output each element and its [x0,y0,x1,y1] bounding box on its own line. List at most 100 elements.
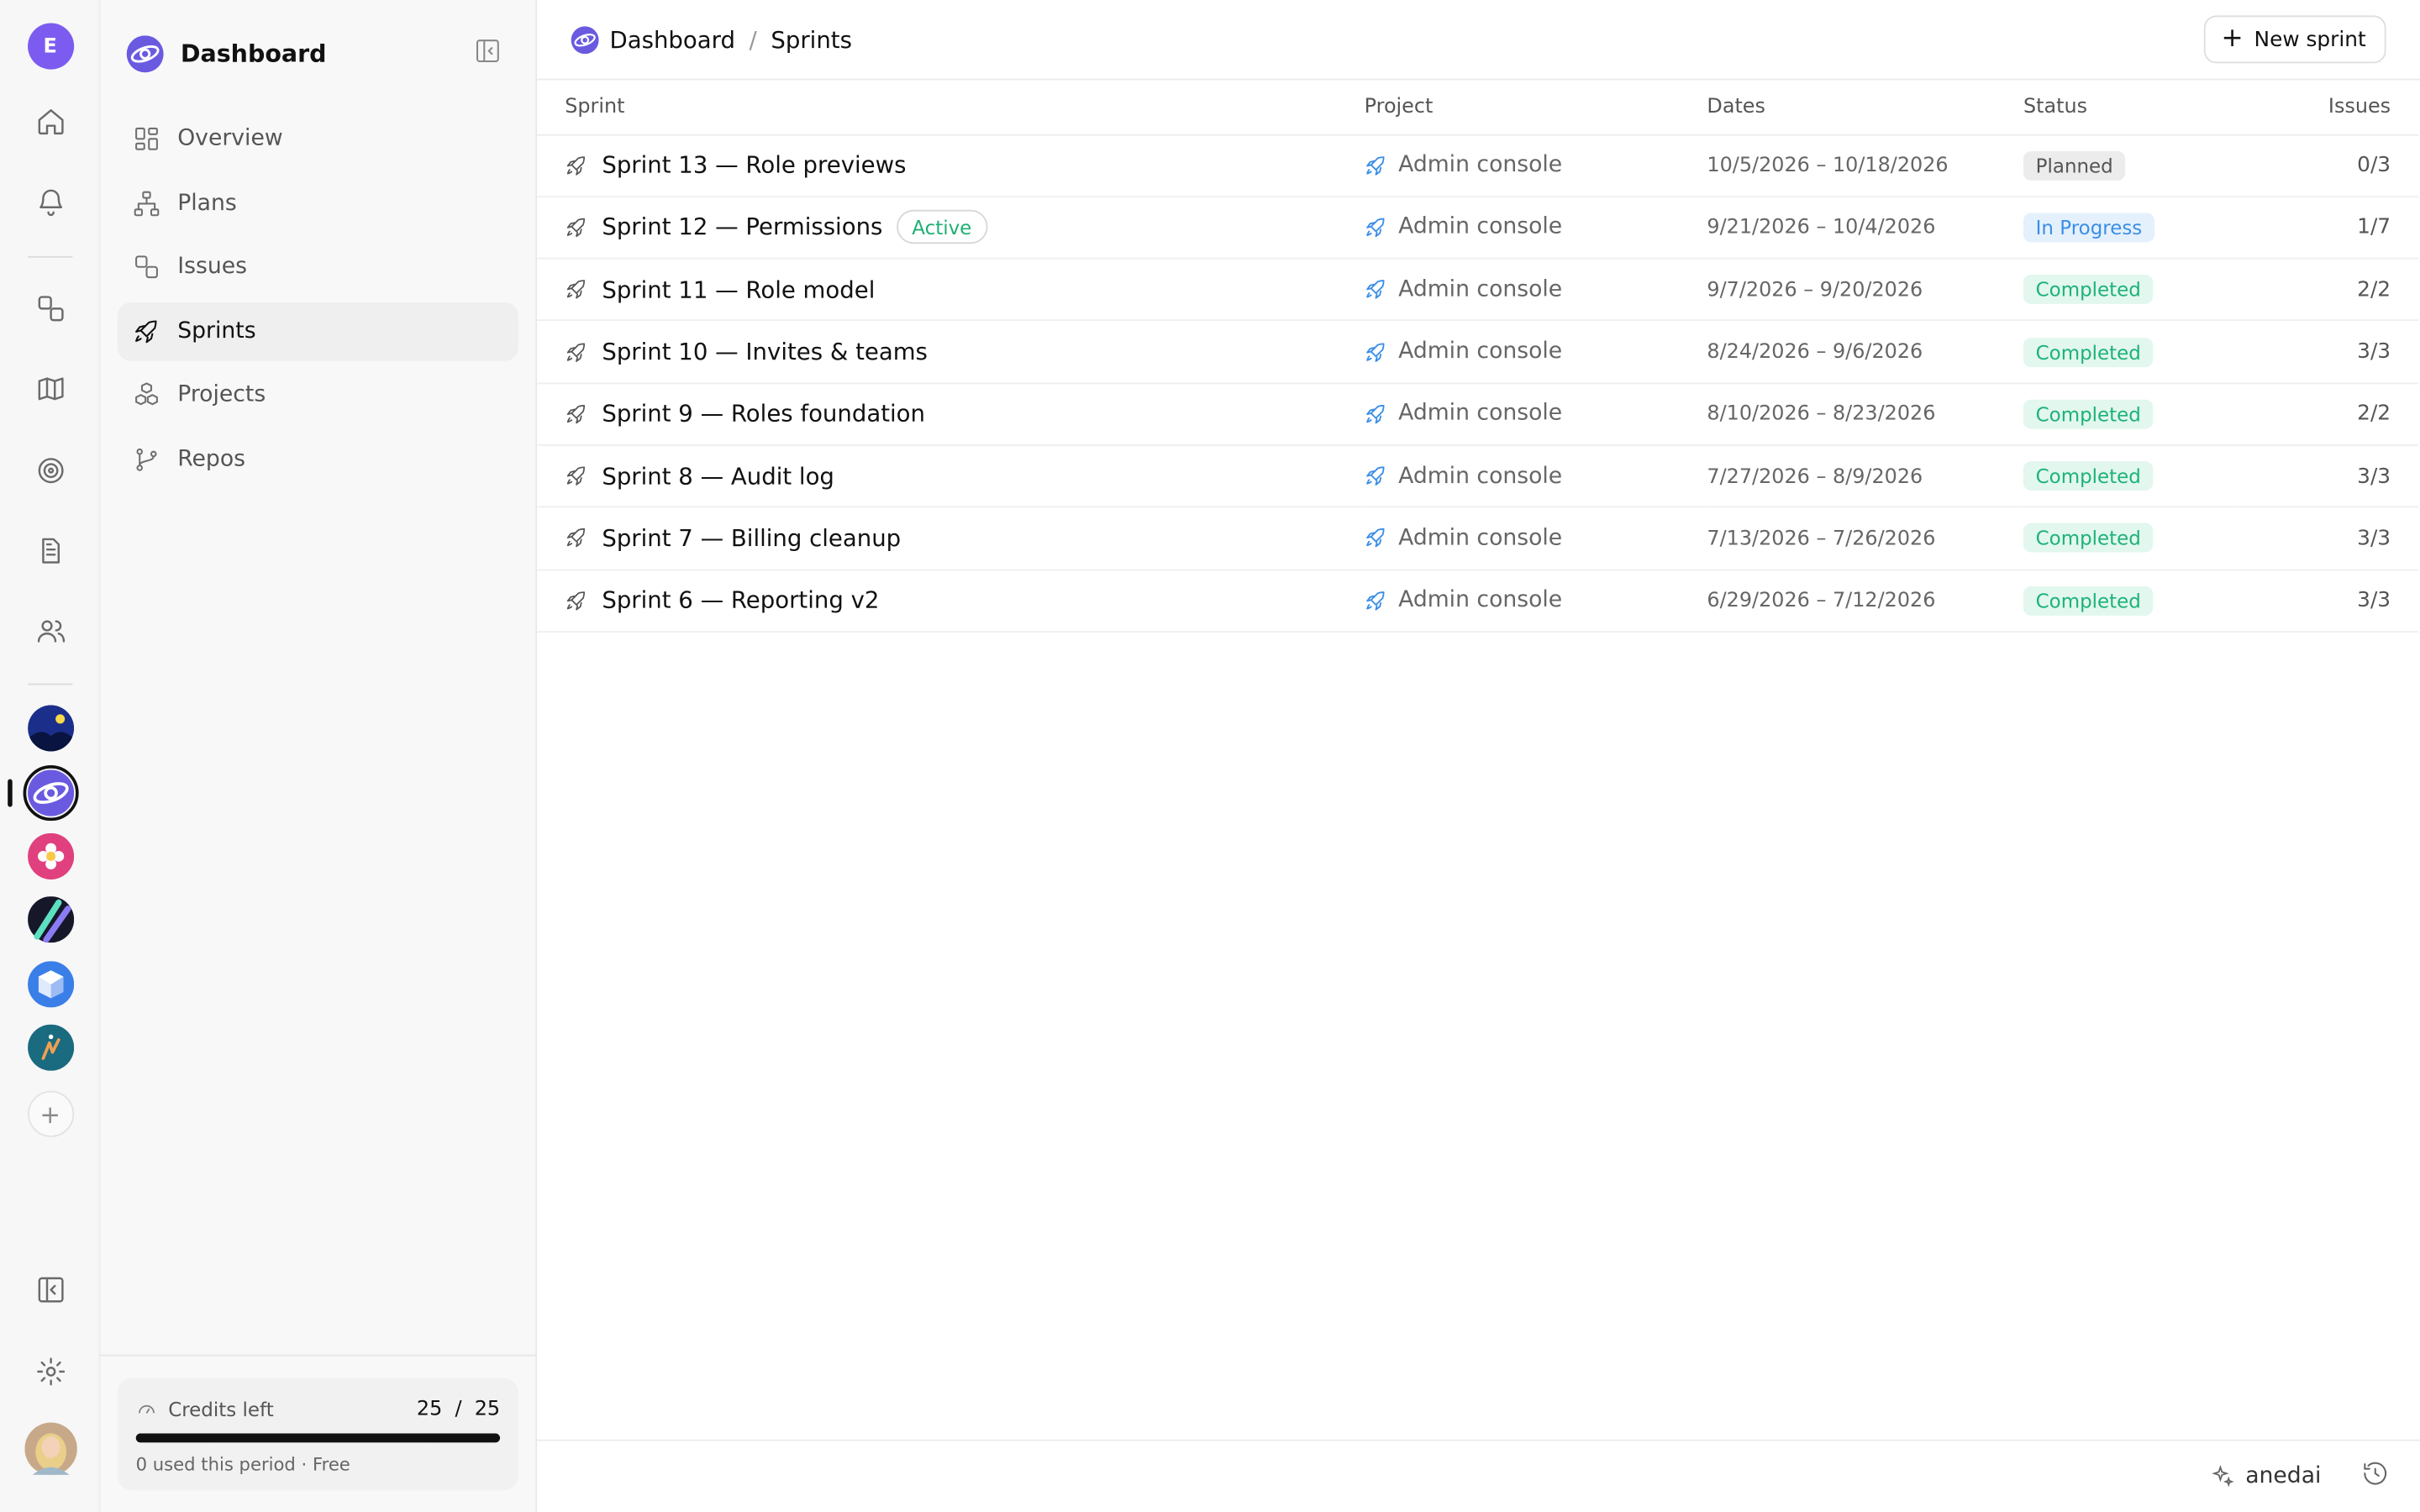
sprint-name: Sprint 10 — Invites & teams [602,338,928,366]
table-row[interactable]: Sprint 13 — Role previews Admin console … [537,134,2419,197]
sprint-cell[interactable]: Sprint 11 — Role model [537,258,1365,322]
issues-count: 2/2 [2357,277,2391,302]
sprint-name: Sprint 7 — Billing cleanup [602,524,902,553]
sidebar-item-plans[interactable]: Plans [118,174,519,233]
rocket-icon [566,404,586,424]
issues-count: 0/3 [2357,153,2391,178]
project-name: Admin console [1398,153,1563,178]
column-header-status[interactable]: Status [2023,80,2240,135]
workspace-dashboard[interactable] [0,765,100,822]
rail-target-button[interactable] [0,455,100,486]
issues-count: 3/3 [2357,339,2391,365]
project-cell[interactable]: Admin console [1364,196,1707,260]
breadcrumb-separator: / [749,25,757,54]
sprint-cell[interactable]: Sprint 8 — Audit log [537,444,1365,508]
sprint-dates: 8/10/2026 – 8/23/2026 [1707,402,1936,427]
sprint-cell[interactable]: Sprint 9 — Roles foundation [537,382,1365,446]
credits-card[interactable]: Credits left 25 / 25 0 used this period … [117,1378,519,1491]
rail-map-button[interactable] [0,373,100,404]
new-sprint-button[interactable]: + New sprint [2204,15,2386,64]
sidebar-toggle-icon [37,1277,63,1303]
breadcrumb-dashboard[interactable]: Dashboard [610,25,735,53]
rail-issues-button[interactable] [0,293,100,324]
sprint-cell[interactable]: Sprint 13 — Role previews [537,134,1365,197]
rail-docs-button[interactable] [0,535,100,566]
sidebar-item-sprints[interactable]: Sprints [117,302,519,361]
workspace-stripes[interactable] [0,896,100,943]
sprint-name: Sprint 13 — Role previews [602,151,907,180]
profile-photo-icon [24,1422,76,1475]
user-avatar[interactable]: E [0,23,100,70]
workspace-night-sky[interactable] [0,705,100,752]
table-row[interactable]: Sprint 10 — Invites & teams Admin consol… [537,320,2419,384]
workspace-rail: E + [0,0,101,1512]
sidebar-footer-divider [100,1354,536,1357]
project-cell[interactable]: Admin console [1364,444,1707,508]
status-cell: Completed [2023,569,2240,633]
sprint-name: Sprint 12 — Permissions [602,213,883,242]
planet-logo-icon [126,35,164,73]
project-cell[interactable]: Admin console [1364,134,1707,197]
sidebar-toggle-icon [476,39,499,63]
sprint-cell[interactable]: Sprint 6 — Reporting v2 [537,569,1365,633]
sidebar-item-repos[interactable]: Repos [118,430,519,489]
project-cell[interactable]: Admin console [1364,507,1707,570]
table-row[interactable]: Sprint 7 — Billing cleanup Admin console… [537,507,2419,570]
dates-cell: 9/7/2026 – 9/20/2026 [1707,258,2023,322]
workspace-flower[interactable] [0,832,100,879]
status-badge: Completed [2023,461,2154,491]
issues-count: 3/3 [2357,464,2391,489]
sidebar-item-issues[interactable]: Issues [118,238,519,297]
dates-cell: 7/13/2026 – 7/26/2026 [1707,507,2023,570]
sparkle-icon [2211,1464,2234,1488]
bottom-bar: anedai [537,1439,2420,1512]
sprint-cell[interactable]: Sprint 7 — Billing cleanup [537,507,1365,570]
project-cell[interactable]: Admin console [1364,569,1707,633]
sidebar-item-label: Issues [177,255,247,280]
project-cell[interactable]: Admin console [1364,382,1707,446]
sidebar-item-label: Projects [177,383,266,408]
rail-members-button[interactable] [0,616,100,647]
workspace-teal[interactable] [0,1024,100,1071]
add-workspace-button[interactable]: + [0,1090,100,1137]
column-header-sprint[interactable]: Sprint [537,80,1365,135]
planet-logo-icon [27,769,74,816]
table-row[interactable]: Sprint 6 — Reporting v2 Admin console 6/… [537,569,2419,633]
rail-divider [28,683,73,685]
rocket-icon [566,466,586,486]
column-header-issues[interactable]: Issues [2239,80,2419,135]
project-cell[interactable]: Admin console [1364,320,1707,384]
project-rocket-icon [1366,218,1385,238]
sprints-table: Sprint Project Dates Status Issues Sprin… [537,80,2419,633]
user-initial: E [27,23,74,70]
rail-collapse-button[interactable] [0,1274,100,1305]
notifications-button[interactable] [0,186,100,218]
sidebar-item-overview[interactable]: Overview [118,109,519,168]
status-cell: Completed [2023,382,2240,446]
table-row[interactable]: Sprint 12 — Permissions Active Admin cons… [537,196,2419,260]
sprint-dates: 10/5/2026 – 10/18/2026 [1707,154,1949,178]
issues-count: 2/2 [2357,402,2391,427]
home-button[interactable] [0,107,100,138]
table-row[interactable]: Sprint 9 — Roles foundation Admin consol… [537,382,2419,446]
status-cell: Completed [2023,320,2240,384]
column-header-dates[interactable]: Dates [1707,80,2023,135]
sidebar-item-projects[interactable]: Projects [118,366,519,425]
issues-cell: 3/3 [2239,444,2419,508]
dates-cell: 8/10/2026 – 8/23/2026 [1707,382,2023,446]
assistant-button[interactable]: anedai [2210,1464,2321,1488]
issues-cell: 2/2 [2239,258,2419,322]
workspace-cube[interactable] [0,961,100,1008]
sprint-cell[interactable]: Sprint 10 — Invites & teams [537,320,1365,384]
history-button[interactable] [2361,1460,2389,1494]
collapse-sidebar-button[interactable] [474,37,502,71]
settings-button[interactable] [0,1356,100,1387]
column-header-project[interactable]: Project [1364,80,1707,135]
project-cell[interactable]: Admin console [1364,258,1707,322]
sprint-dates: 8/24/2026 – 9/6/2026 [1707,340,1923,365]
table-row[interactable]: Sprint 8 — Audit log Admin console 7/27/… [537,444,2419,508]
sprint-cell[interactable]: Sprint 12 — Permissions Active [537,196,1365,260]
table-row[interactable]: Sprint 11 — Role model Admin console 9/7… [537,258,2419,322]
sidebar-nav: Overview Plans Issues Sprints Projects R… [117,109,519,494]
profile-avatar[interactable] [0,1422,100,1475]
